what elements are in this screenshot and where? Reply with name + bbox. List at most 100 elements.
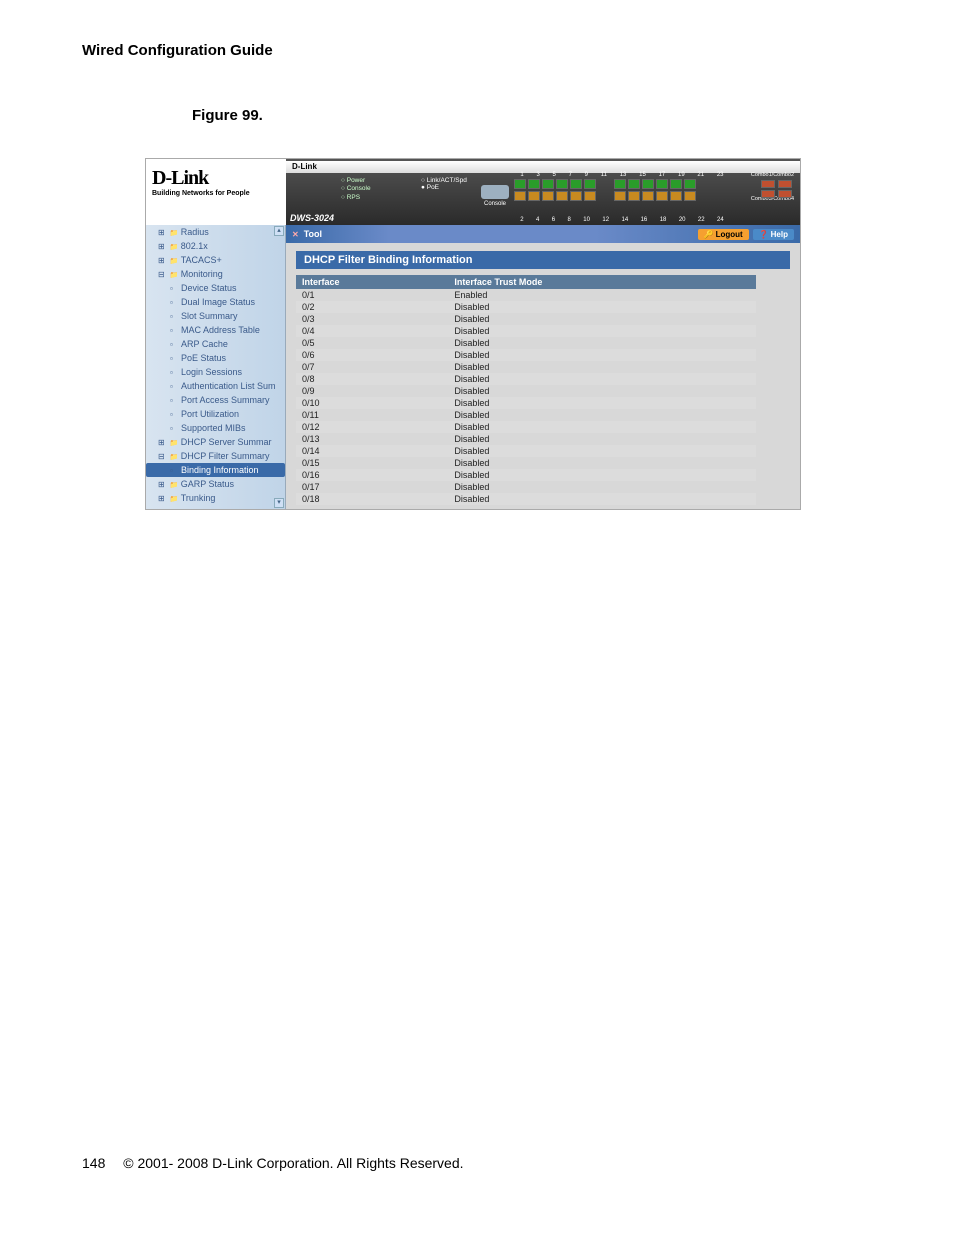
led-indicator: ○ RPS	[341, 194, 371, 202]
document-icon	[170, 354, 178, 363]
screenshot-body: ▴ ▾ Radius802.1x TACACS+ Monitoring Device …	[146, 225, 800, 509]
port-icon[interactable]	[642, 191, 654, 201]
port-icon[interactable]	[614, 179, 626, 189]
port-icon[interactable]	[628, 179, 640, 189]
tool-menu[interactable]: Tool	[292, 229, 322, 239]
expand-icon[interactable]	[158, 241, 167, 251]
cell-trust-mode: Disabled	[448, 445, 756, 457]
sidebar-item[interactable]: 802.1x	[146, 239, 285, 253]
cell-interface: 0/4	[296, 325, 448, 337]
sidebar-item[interactable]: Supported MIBs	[146, 421, 285, 435]
sidebar-item[interactable]: Port Access Summary	[146, 393, 285, 407]
port-number: 12	[602, 217, 609, 223]
sidebar-item[interactable]: PoE Status	[146, 351, 285, 365]
main-area: Tool 🔑 Logout ❓ Help DHCP Filter Binding…	[286, 225, 800, 509]
cell-trust-mode: Disabled	[448, 301, 756, 313]
port-icon[interactable]	[670, 191, 682, 201]
sidebar-item[interactable]: TACACS+	[146, 253, 285, 267]
port-row	[514, 179, 596, 189]
combo-port-icon	[778, 180, 792, 188]
expand-icon[interactable]	[158, 493, 167, 503]
port-grid	[514, 179, 730, 201]
port-number: 10	[583, 217, 590, 223]
toolbar: Tool 🔑 Logout ❓ Help	[286, 225, 800, 243]
sidebar-item-label: Monitoring	[181, 269, 223, 279]
folder-icon	[170, 256, 178, 265]
collapse-icon[interactable]	[158, 451, 167, 461]
sidebar-item[interactable]: Authentication List Sum	[146, 379, 285, 393]
port-group-1	[514, 179, 596, 201]
col-interface: Interface	[296, 275, 448, 289]
sidebar-item[interactable]: MAC Address Table	[146, 323, 285, 337]
nav-sidebar[interactable]: ▴ ▾ Radius802.1x TACACS+ Monitoring Device …	[146, 225, 286, 509]
sidebar-item[interactable]: Dual Image Status	[146, 295, 285, 309]
port-icon[interactable]	[514, 191, 526, 201]
port-icon[interactable]	[528, 191, 540, 201]
port-icon[interactable]	[528, 179, 540, 189]
folder-icon	[170, 228, 178, 237]
sidebar-item[interactable]: DHCP Filter Summary	[146, 449, 285, 463]
port-icon[interactable]	[570, 191, 582, 201]
sidebar-item[interactable]: Binding Information	[146, 463, 285, 477]
port-icon[interactable]	[542, 179, 554, 189]
port-icon[interactable]	[642, 179, 654, 189]
help-button[interactable]: ❓ Help	[753, 229, 794, 240]
table-row: 0/16Disabled	[296, 469, 756, 481]
sidebar-item[interactable]: DHCP Server Summar	[146, 435, 285, 449]
port-icon[interactable]	[670, 179, 682, 189]
sidebar-item[interactable]: Port Utilization	[146, 407, 285, 421]
expand-icon[interactable]	[158, 479, 167, 489]
cell-trust-mode: Disabled	[448, 433, 756, 445]
sidebar-item-label: ARP Cache	[181, 339, 228, 349]
sidebar-item[interactable]: Monitoring	[146, 267, 285, 281]
expand-icon[interactable]	[158, 255, 167, 265]
port-icon[interactable]	[570, 179, 582, 189]
port-icon[interactable]	[656, 191, 668, 201]
port-icon[interactable]	[556, 179, 568, 189]
sidebar-item[interactable]: Device Status	[146, 281, 285, 295]
expand-icon[interactable]	[158, 437, 167, 447]
logout-button[interactable]: 🔑 Logout	[698, 229, 749, 240]
port-icon[interactable]	[542, 191, 554, 201]
port-number: 14	[621, 217, 628, 223]
port-icon[interactable]	[684, 179, 696, 189]
port-number: 13	[620, 172, 627, 178]
table-row: 0/10Disabled	[296, 397, 756, 409]
sidebar-item[interactable]: Login Sessions	[146, 365, 285, 379]
folder-icon	[170, 438, 178, 447]
sidebar-item[interactable]: GARP Status	[146, 477, 285, 491]
port-icon[interactable]	[656, 179, 668, 189]
port-icon[interactable]	[584, 179, 596, 189]
port-number: 4	[536, 217, 539, 223]
port-number: 9	[585, 172, 588, 178]
poe-label: PoE	[427, 184, 439, 191]
port-icon[interactable]	[556, 191, 568, 201]
page-number: 148	[82, 1155, 105, 1171]
expand-icon[interactable]	[158, 227, 167, 237]
sidebar-item-label: DHCP Filter Summary	[181, 451, 270, 461]
sidebar-item[interactable]: Slot Summary	[146, 309, 285, 323]
scroll-down-icon[interactable]: ▾	[274, 498, 284, 508]
collapse-icon[interactable]	[158, 269, 167, 279]
cell-interface: 0/14	[296, 445, 448, 457]
sidebar-item[interactable]: Radius	[146, 225, 285, 239]
cell-trust-mode: Disabled	[448, 469, 756, 481]
sidebar-item-label: Authentication List Sum	[181, 381, 276, 391]
folder-icon	[170, 480, 178, 489]
port-icon[interactable]	[614, 191, 626, 201]
port-row	[614, 179, 696, 189]
port-icon[interactable]	[628, 191, 640, 201]
sidebar-item[interactable]: Trunking	[146, 491, 285, 505]
document-icon	[170, 466, 178, 475]
port-number: 15	[639, 172, 646, 178]
table-row: 0/5Disabled	[296, 337, 756, 349]
port-icon[interactable]	[584, 191, 596, 201]
content-pane: DHCP Filter Binding Information Interfac…	[286, 243, 800, 509]
scroll-up-icon[interactable]: ▴	[274, 226, 284, 236]
sidebar-item-label: TACACS+	[181, 255, 222, 265]
port-icon[interactable]	[514, 179, 526, 189]
console-port-icon	[481, 185, 509, 199]
sidebar-item[interactable]: ARP Cache	[146, 337, 285, 351]
port-icon[interactable]	[684, 191, 696, 201]
brand-logo: D-Link	[152, 167, 280, 190]
